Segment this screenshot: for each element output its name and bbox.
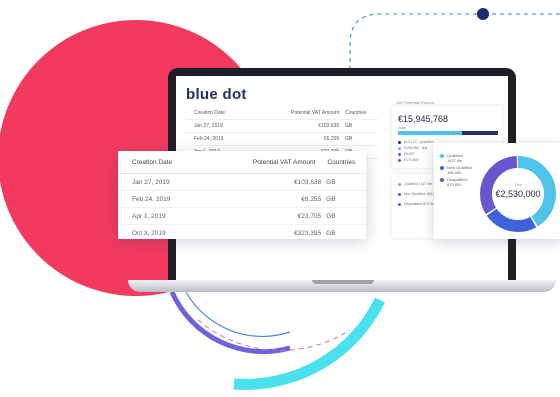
cell-country: GB	[326, 178, 336, 186]
category-legend-item: Disqualified 870,920	[398, 202, 436, 206]
purple-arc	[169, 290, 291, 355]
refund-panel-title: VAT Potential Refund	[396, 100, 434, 105]
refund-legend-item: €3,427	[398, 152, 415, 156]
blue-dot-logo: blue dot	[186, 86, 247, 103]
cell-amount: €23,705	[297, 212, 322, 220]
refund-legend-item: €174,900	[398, 158, 419, 162]
donut-legend-item: New Qualified 186,000	[440, 165, 480, 175]
donut-legend-item: Disqualified 870,920	[440, 177, 480, 187]
table-row[interactable]: Jan 27, 2019 €103,638 GB	[186, 120, 378, 133]
column-header-vat-amount[interactable]: Potential VAT Amount	[219, 159, 316, 166]
laptop-notch	[312, 280, 374, 284]
vat-table-card: Creation Date Potential VAT Amount Count…	[118, 151, 366, 239]
column-header-creation-date[interactable]: Creation Date	[118, 159, 219, 166]
cell-amount: €6,255	[301, 195, 322, 203]
table-row[interactable]: Feb 24, 2019 €6,255 GB	[118, 191, 366, 208]
category-legend-item: Qualified 1427 file	[398, 182, 432, 186]
vat-table-header: Creation Date Potential VAT Amount Count…	[118, 151, 366, 174]
refund-bar-label: Total	[398, 126, 406, 130]
background-table-header: Creation Date Potential VAT Amount Count…	[186, 107, 378, 120]
cyan-arc	[233, 297, 385, 390]
cell-country: GB	[326, 229, 336, 237]
cell-amount: €323,395	[294, 229, 322, 237]
cell-date: Feb 24, 2019	[132, 195, 171, 203]
donut-legend-item: Qualified 1427 file	[440, 153, 480, 163]
cell-date: Apr 1, 2019	[132, 212, 166, 220]
donut-total-value: €2,530,000	[495, 189, 541, 199]
refund-total-amount: €15,945,768	[398, 114, 449, 124]
refund-legend-item: €108,084 · Not	[398, 146, 427, 150]
cell-date: Jan 27, 2019	[132, 178, 170, 186]
cell-amount: €103,638	[294, 178, 322, 186]
cell-date: Oct 3, 2019	[132, 229, 166, 237]
refund-legend-item: €13,134 · Qualified	[398, 140, 434, 144]
table-row[interactable]: Apr 1, 2019 €23,705 GB	[118, 208, 366, 225]
table-row[interactable]: Jan 27, 2019 €103,638 GB	[118, 174, 366, 191]
cell-country: GB	[326, 195, 336, 203]
cell-country: GB	[326, 212, 336, 220]
navy-dot	[477, 8, 489, 20]
donut-center-label: Total	[514, 183, 522, 187]
table-row[interactable]: Oct 3, 2019 €323,395 GB	[118, 225, 366, 241]
table-row[interactable]: Feb 24, 2019 €6,255 GB	[186, 133, 378, 146]
refund-progress-fill	[398, 131, 462, 135]
column-header-countries[interactable]: Countries	[315, 159, 366, 166]
category-legend-item: Non Qualified 186,000	[398, 192, 439, 196]
